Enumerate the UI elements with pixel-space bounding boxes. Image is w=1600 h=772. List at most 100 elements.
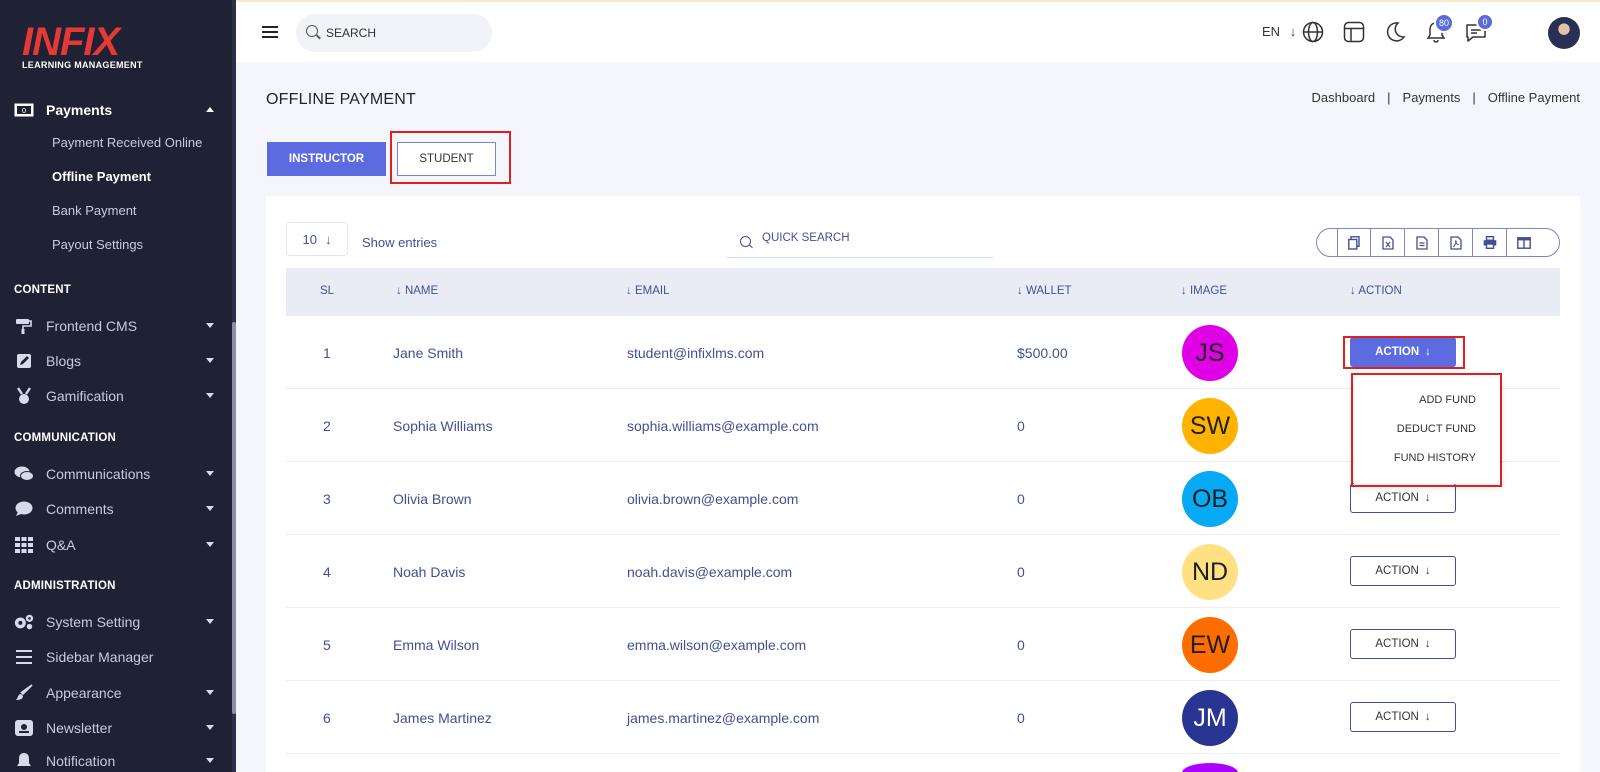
cell-email: james.martinez@example.com xyxy=(627,710,820,726)
comment-icon xyxy=(14,500,34,518)
sidebar-subitem-payout-settings[interactable]: Payout Settings xyxy=(52,237,143,252)
sidebar-item-notification[interactable]: Notification xyxy=(0,746,232,772)
menu-item-fund-history[interactable]: FUND HISTORY xyxy=(1394,452,1476,464)
message-count-badge: 0 xyxy=(1476,13,1494,31)
export-button-group xyxy=(1316,228,1560,257)
layout-icon[interactable] xyxy=(1343,21,1365,43)
chevron-down-icon xyxy=(206,471,214,476)
sort-arrow-icon: ↓ xyxy=(1181,285,1190,297)
chat-icon xyxy=(14,465,34,483)
csv-icon[interactable] xyxy=(1405,229,1439,256)
sidebar-item-qa[interactable]: Q&A xyxy=(0,530,232,560)
column-header-label: EMAIL xyxy=(634,285,670,297)
column-header-label: NAME xyxy=(404,285,439,297)
breadcrumb-dashboard[interactable]: Dashboard xyxy=(1312,90,1376,105)
breadcrumb: Dashboard | Payments | Offline Payment xyxy=(1312,90,1580,105)
quick-search-input[interactable]: QUICK SEARCH xyxy=(726,226,994,258)
arrow-down-icon: ↓ xyxy=(1424,492,1431,504)
quick-search-placeholder: QUICK SEARCH xyxy=(762,232,850,244)
sidebar-item-newsletter[interactable]: Newsletter xyxy=(0,713,232,743)
language-selector[interactable]: EN ↓ xyxy=(1262,24,1296,39)
caret-up-icon xyxy=(206,107,214,112)
sidebar-item-sidebar-manager[interactable]: Sidebar Manager xyxy=(0,642,232,672)
moon-icon[interactable] xyxy=(1384,21,1406,43)
cell-wallet: 0 xyxy=(1017,564,1025,580)
search-icon xyxy=(306,25,318,37)
bell-icon xyxy=(14,752,34,770)
grid-icon xyxy=(14,536,34,554)
search-placeholder: SEARCH xyxy=(326,26,377,40)
global-search-input[interactable]: SEARCH xyxy=(296,14,492,52)
medal-icon xyxy=(14,387,34,405)
sidebar-subitem-bank-payment[interactable]: Bank Payment xyxy=(52,203,137,218)
table-row: 6 James Martinez james.martinez@example.… xyxy=(286,681,1560,754)
menu-item-add-fund[interactable]: ADD FUND xyxy=(1419,394,1476,406)
logo-wordmark: INFIX xyxy=(22,20,120,64)
arrow-down-icon: ↓ xyxy=(324,231,332,247)
money-icon: 0 xyxy=(14,101,34,119)
sidebar-item-system-setting[interactable]: System Setting xyxy=(0,607,232,637)
column-header-action[interactable]: ↓ ACTION xyxy=(1350,285,1402,297)
sidebar-scrollbar-thumb[interactable] xyxy=(232,322,236,714)
breadcrumb-separator: | xyxy=(1472,90,1476,105)
tab-student[interactable]: STUDENT xyxy=(397,142,496,176)
arrow-down-icon: ↓ xyxy=(1424,711,1431,723)
sidebar-item-appearance[interactable]: Appearance xyxy=(0,678,232,708)
sidebar-subitem-offline-payment[interactable]: Offline Payment xyxy=(52,169,151,184)
action-button[interactable]: ACTION ↓ xyxy=(1350,337,1456,367)
tab-instructor[interactable]: INSTRUCTOR xyxy=(267,142,386,176)
excel-icon[interactable] xyxy=(1371,229,1405,256)
pdf-icon[interactable] xyxy=(1439,229,1473,256)
sidebar-item-comments[interactable]: Comments xyxy=(0,494,232,524)
sidebar-item-label: Sidebar Manager xyxy=(46,649,154,665)
sidebar-subitem-payment-received-online[interactable]: Payment Received Online xyxy=(52,135,202,150)
columns-icon[interactable] xyxy=(1507,229,1541,256)
chevron-down-icon xyxy=(206,323,214,328)
breadcrumb-offline-payment[interactable]: Offline Payment xyxy=(1488,90,1580,105)
entries-value: 10 xyxy=(302,231,317,247)
action-button[interactable]: ACTION ↓ xyxy=(1350,483,1456,513)
cell-sl: 6 xyxy=(323,710,331,726)
copy-icon[interactable] xyxy=(1337,229,1371,256)
svg-text:0: 0 xyxy=(22,107,26,115)
action-label: ACTION xyxy=(1375,492,1419,504)
top-bar: SEARCH EN ↓ 80 0 xyxy=(236,0,1600,62)
sidebar-item-payments[interactable]: 0 Payments xyxy=(0,95,232,125)
sidebar-item-communications[interactable]: Communications xyxy=(0,459,232,489)
newsletter-icon xyxy=(14,719,34,737)
globe-icon[interactable] xyxy=(1302,21,1324,43)
sidebar-item-blogs[interactable]: Blogs xyxy=(0,346,232,376)
column-header-image[interactable]: ↓ IMAGE xyxy=(1181,285,1227,297)
action-button[interactable]: ACTION ↓ xyxy=(1350,702,1456,732)
menu-item-deduct-fund[interactable]: DEDUCT FUND xyxy=(1397,423,1476,435)
sort-arrow-icon: ↓ xyxy=(396,285,405,297)
breadcrumb-payments[interactable]: Payments xyxy=(1403,90,1461,105)
sidebar-item-label: Newsletter xyxy=(46,720,113,736)
sidebar-item-gamification[interactable]: Gamification xyxy=(0,381,232,411)
action-button[interactable]: ACTION ↓ xyxy=(1350,556,1456,586)
column-header-email[interactable]: ↓ EMAIL xyxy=(626,285,669,297)
entries-per-page-select[interactable]: 10 ↓ xyxy=(286,222,348,256)
chevron-down-icon xyxy=(206,690,214,695)
search-icon xyxy=(740,236,751,247)
cell-name: Jane Smith xyxy=(393,345,464,361)
column-header-label: IMAGE xyxy=(1189,285,1228,297)
column-header-wallet[interactable]: ↓ WALLET xyxy=(1017,285,1072,297)
action-button[interactable]: ACTION ↓ xyxy=(1350,629,1456,659)
avatar: EW xyxy=(1182,617,1238,673)
avatar: JS xyxy=(1182,325,1238,381)
action-label: ACTION xyxy=(1375,346,1420,358)
column-header-sl[interactable]: SL xyxy=(320,285,334,297)
chevron-down-icon xyxy=(206,542,214,547)
user-avatar[interactable] xyxy=(1548,17,1580,49)
sidebar: INFIX LEARNING MANAGEMENT 0 Payments Pay… xyxy=(0,0,236,772)
column-header-name[interactable]: ↓ NAME xyxy=(396,285,438,297)
avatar: OB xyxy=(1182,471,1238,527)
paint-roller-icon xyxy=(14,317,34,335)
arrow-down-icon: ↓ xyxy=(1425,346,1431,358)
print-icon[interactable] xyxy=(1473,229,1507,256)
brand-logo[interactable]: INFIX LEARNING MANAGEMENT xyxy=(22,22,152,72)
sidebar-item-label: Appearance xyxy=(46,685,122,701)
sidebar-item-frontend-cms[interactable]: Frontend CMS xyxy=(0,311,232,341)
hamburger-menu-icon[interactable] xyxy=(262,26,278,38)
